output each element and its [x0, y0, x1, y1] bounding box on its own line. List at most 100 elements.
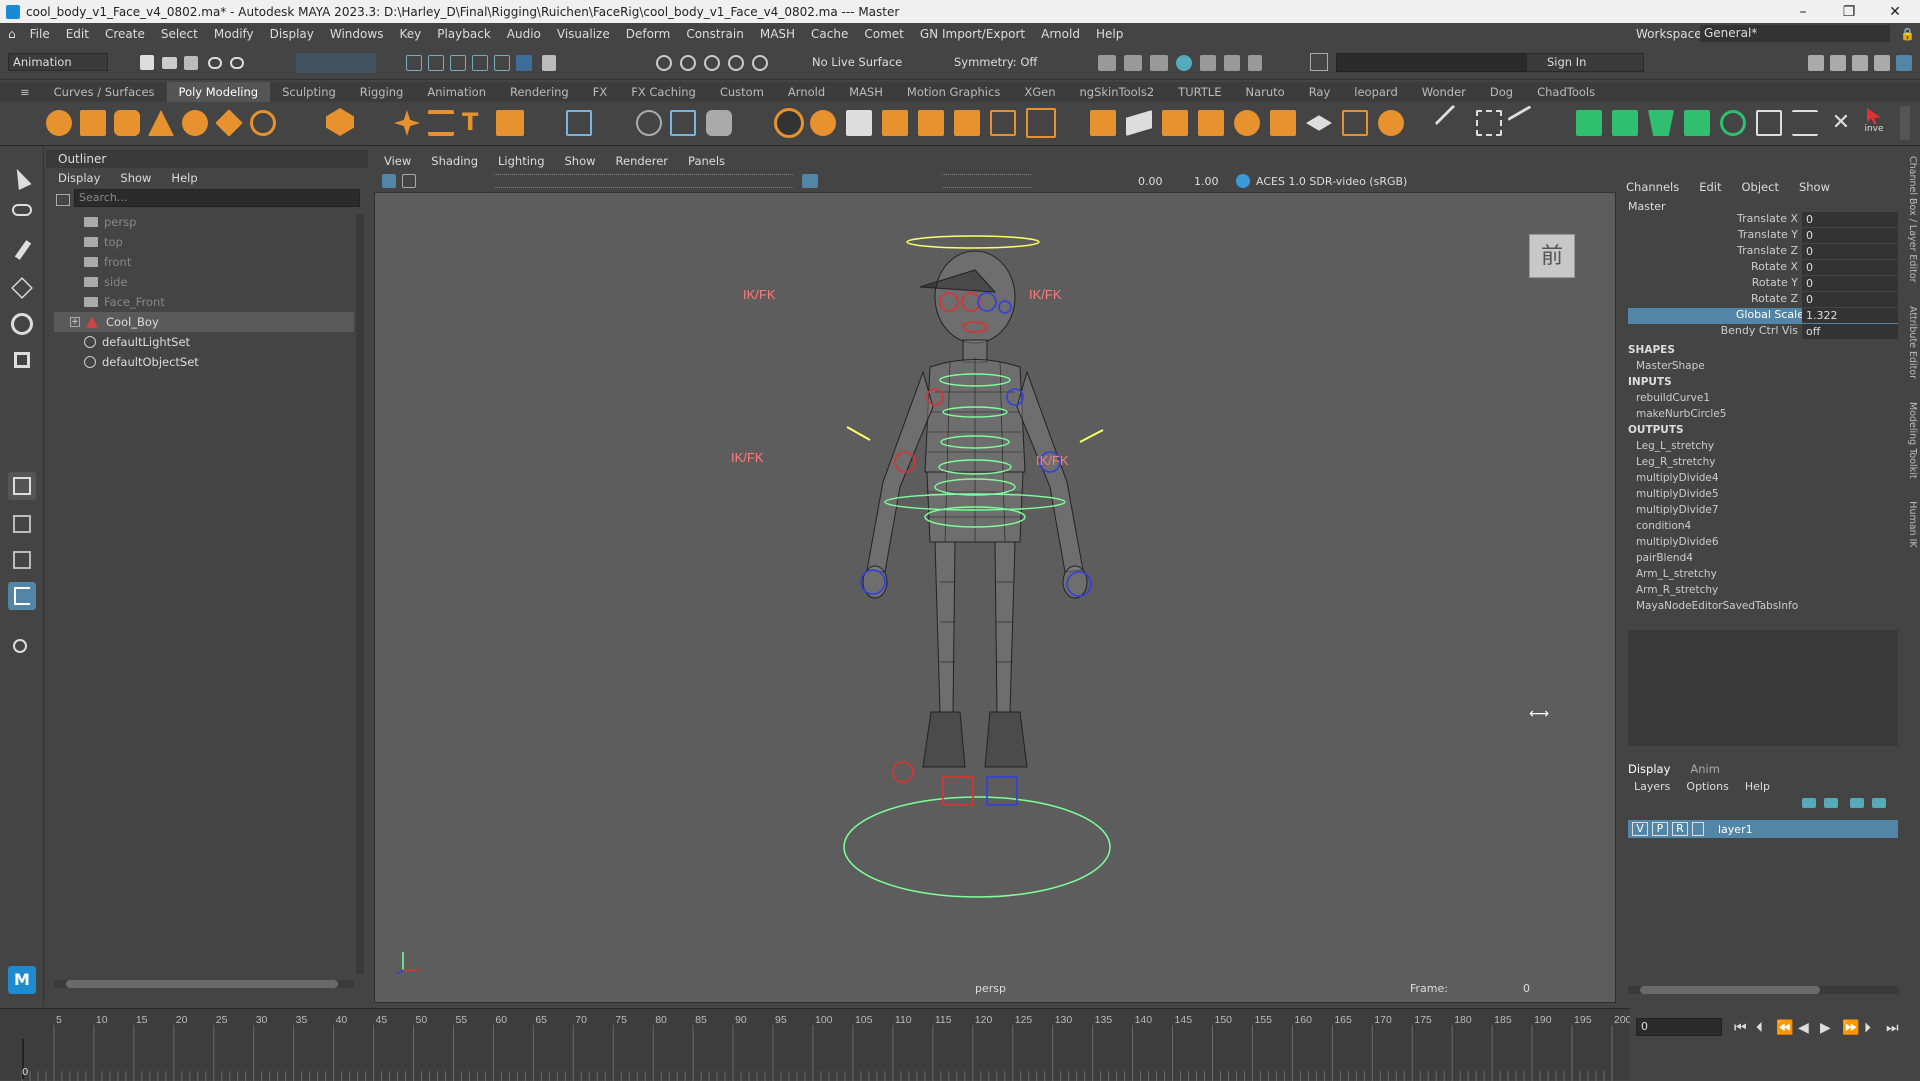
triangulate-icon[interactable] — [1756, 110, 1782, 136]
move-tool-icon[interactable] — [8, 274, 36, 302]
save-scene-icon[interactable] — [184, 56, 198, 70]
shelf-tab-naruto[interactable]: Naruto — [1233, 85, 1296, 99]
view-cube[interactable]: 前 — [1529, 234, 1575, 278]
lock-icon[interactable]: 🔒 — [1900, 27, 1915, 41]
platonic-solid-icon[interactable] — [326, 108, 354, 136]
output-node[interactable]: Leg_R_stretchy — [1636, 456, 1715, 468]
camera-tools-group[interactable] — [494, 174, 794, 188]
paint-weights-icon[interactable] — [1648, 110, 1674, 136]
shelf-tab-poly-modeling[interactable]: Poly Modeling — [166, 82, 271, 102]
search-icon[interactable] — [8, 634, 36, 662]
shading-tools-group[interactable] — [942, 174, 1032, 188]
quadrangulate-icon[interactable] — [1792, 110, 1818, 136]
shelf-tab-xgen[interactable]: XGen — [1012, 85, 1067, 99]
outliner-filter-icon[interactable] — [56, 194, 70, 206]
output-node[interactable]: Arm_R_stretchy — [1636, 584, 1718, 596]
four-view-layout-icon[interactable] — [8, 510, 36, 538]
shelf-tab-sculpting[interactable]: Sculpting — [270, 85, 348, 99]
vp-menu-renderer[interactable]: Renderer — [616, 154, 669, 168]
gamma-value[interactable]: 1.00 — [1194, 175, 1219, 188]
menu-comet[interactable]: Comet — [864, 27, 904, 41]
delete-history-icon[interactable]: ✕ — [1828, 110, 1854, 136]
menu-edit[interactable]: Edit — [66, 27, 89, 41]
outliner-item[interactable]: defaultObjectSet — [54, 352, 354, 372]
side-tab-attribute-editor[interactable]: Attribute Editor — [1907, 306, 1918, 379]
outliner-item[interactable]: side — [54, 272, 354, 292]
output-node[interactable]: multiplyDivide6 — [1636, 536, 1719, 548]
output-node[interactable]: Leg_L_stretchy — [1636, 440, 1714, 452]
extrude-icon[interactable] — [1090, 110, 1116, 136]
output-node[interactable]: pairBlend4 — [1636, 552, 1693, 564]
output-node[interactable]: MayaNodeEditorSavedTabsInfo — [1636, 600, 1798, 612]
outliner-item[interactable]: persp — [54, 212, 354, 232]
menu-audio[interactable]: Audio — [507, 27, 541, 41]
snap-projected-icon[interactable] — [472, 55, 488, 71]
modeling-toolkit-icon[interactable] — [1808, 55, 1824, 71]
shelf-tab-turtle[interactable]: TURTLE — [1166, 85, 1233, 99]
channel-row[interactable]: Translate Z0 — [1622, 244, 1898, 260]
shelf-tab-motion-graphics[interactable]: Motion Graphics — [895, 85, 1012, 99]
multi-cut-icon[interactable] — [1434, 104, 1472, 142]
cb-menu-show[interactable]: Show — [1799, 180, 1830, 196]
bevel-icon[interactable] — [1162, 110, 1188, 136]
input-node[interactable]: rebuildCurve1 — [1636, 392, 1710, 404]
shape-node[interactable]: MasterShape — [1636, 360, 1705, 372]
shelf-tab-fx-caching[interactable]: FX Caching — [619, 85, 708, 99]
new-layer-selected-icon[interactable] — [1872, 798, 1886, 808]
time-slider[interactable]: 5 10 15 20 25 30 35 40 45 50 55 60 65 70 75 80 85 90 95 100… — [0, 1008, 1630, 1081]
output-node[interactable]: Arm_L_stretchy — [1636, 568, 1717, 580]
outliner-vscroll[interactable] — [356, 214, 364, 974]
outliner-menu-show[interactable]: Show — [120, 171, 151, 185]
snap-view-plane-icon[interactable] — [494, 55, 510, 71]
layer-menu-options[interactable]: Options — [1686, 780, 1728, 796]
shelf-tab-ray[interactable]: Ray — [1297, 85, 1343, 99]
make-live-icon[interactable] — [516, 55, 532, 71]
channel-box-icon[interactable] — [1874, 55, 1890, 71]
menu-arnold[interactable]: Arnold — [1041, 27, 1080, 41]
step-forward-frame-icon[interactable]: ⏩ — [1842, 1020, 1859, 1036]
menu-constrain[interactable]: Constrain — [686, 27, 744, 41]
outliner-item[interactable]: top — [54, 232, 354, 252]
render-frame-icon[interactable] — [1124, 55, 1142, 71]
separate-icon[interactable] — [882, 110, 908, 136]
shelf-tab-leopard[interactable]: leopard — [1342, 85, 1409, 99]
render-settings-icon[interactable] — [1176, 55, 1192, 71]
shelf-tab-curves-surfaces[interactable]: Curves / Surfaces — [42, 85, 167, 99]
live-surface-field[interactable]: No Live Surface — [812, 55, 902, 69]
poly-cone-icon[interactable] — [148, 110, 174, 136]
new-layer-icon[interactable] — [1850, 798, 1864, 808]
persp-outliner-layout-icon[interactable] — [8, 546, 36, 574]
outliner-item[interactable]: front — [54, 252, 354, 272]
menu-gn-import-export[interactable]: GN Import/Export — [920, 27, 1025, 41]
fill-hole-icon[interactable] — [1234, 110, 1260, 136]
boolean-icon[interactable] — [954, 110, 980, 136]
outliner-item[interactable]: Face_Front — [54, 292, 354, 312]
lasso-tool-icon[interactable] — [8, 200, 36, 228]
sign-in-button[interactable]: Sign In — [1526, 53, 1644, 72]
construction-icon[interactable] — [728, 55, 744, 71]
cb-menu-channels[interactable]: Channels — [1626, 180, 1679, 196]
reduce-icon[interactable] — [1684, 110, 1710, 136]
outliner-item[interactable]: defaultLightSet — [54, 332, 354, 352]
menu-select[interactable]: Select — [161, 27, 198, 41]
snap-point-icon[interactable] — [450, 55, 466, 71]
viewport-persp[interactable]: IK/FK IK/FK IK/FK IK/FK 前 ⟷ persp Frame:… — [374, 151, 1616, 1003]
sidebar-toggle-icon[interactable] — [1310, 53, 1328, 71]
history-icon[interactable] — [542, 55, 556, 71]
layer-reference-toggle[interactable]: R — [1672, 822, 1688, 836]
shelf-tab-dog[interactable]: Dog — [1478, 85, 1525, 99]
layer-tab-display[interactable]: Display — [1628, 762, 1670, 778]
circularize-icon[interactable] — [1342, 110, 1368, 136]
uv-editor-icon[interactable] — [670, 110, 696, 136]
poly-sphere-icon[interactable] — [46, 110, 72, 136]
arnold-render-icon[interactable] — [1224, 55, 1240, 71]
colorspace-select[interactable]: ACES 1.0 SDR-video (sRGB) — [1256, 175, 1407, 188]
channel-row[interactable]: Translate Y0 — [1622, 228, 1898, 244]
poly-cylinder-icon[interactable] — [114, 110, 140, 136]
poly-cube-icon[interactable] — [80, 110, 106, 136]
side-tab-channel-box[interactable]: Channel Box / Layer Editor — [1907, 156, 1918, 283]
symmetry-field[interactable]: Symmetry: Off — [954, 55, 1037, 69]
output-node[interactable]: condition4 — [1636, 520, 1691, 532]
target-weld-icon[interactable] — [636, 110, 662, 136]
menu-modify[interactable]: Modify — [214, 27, 254, 41]
